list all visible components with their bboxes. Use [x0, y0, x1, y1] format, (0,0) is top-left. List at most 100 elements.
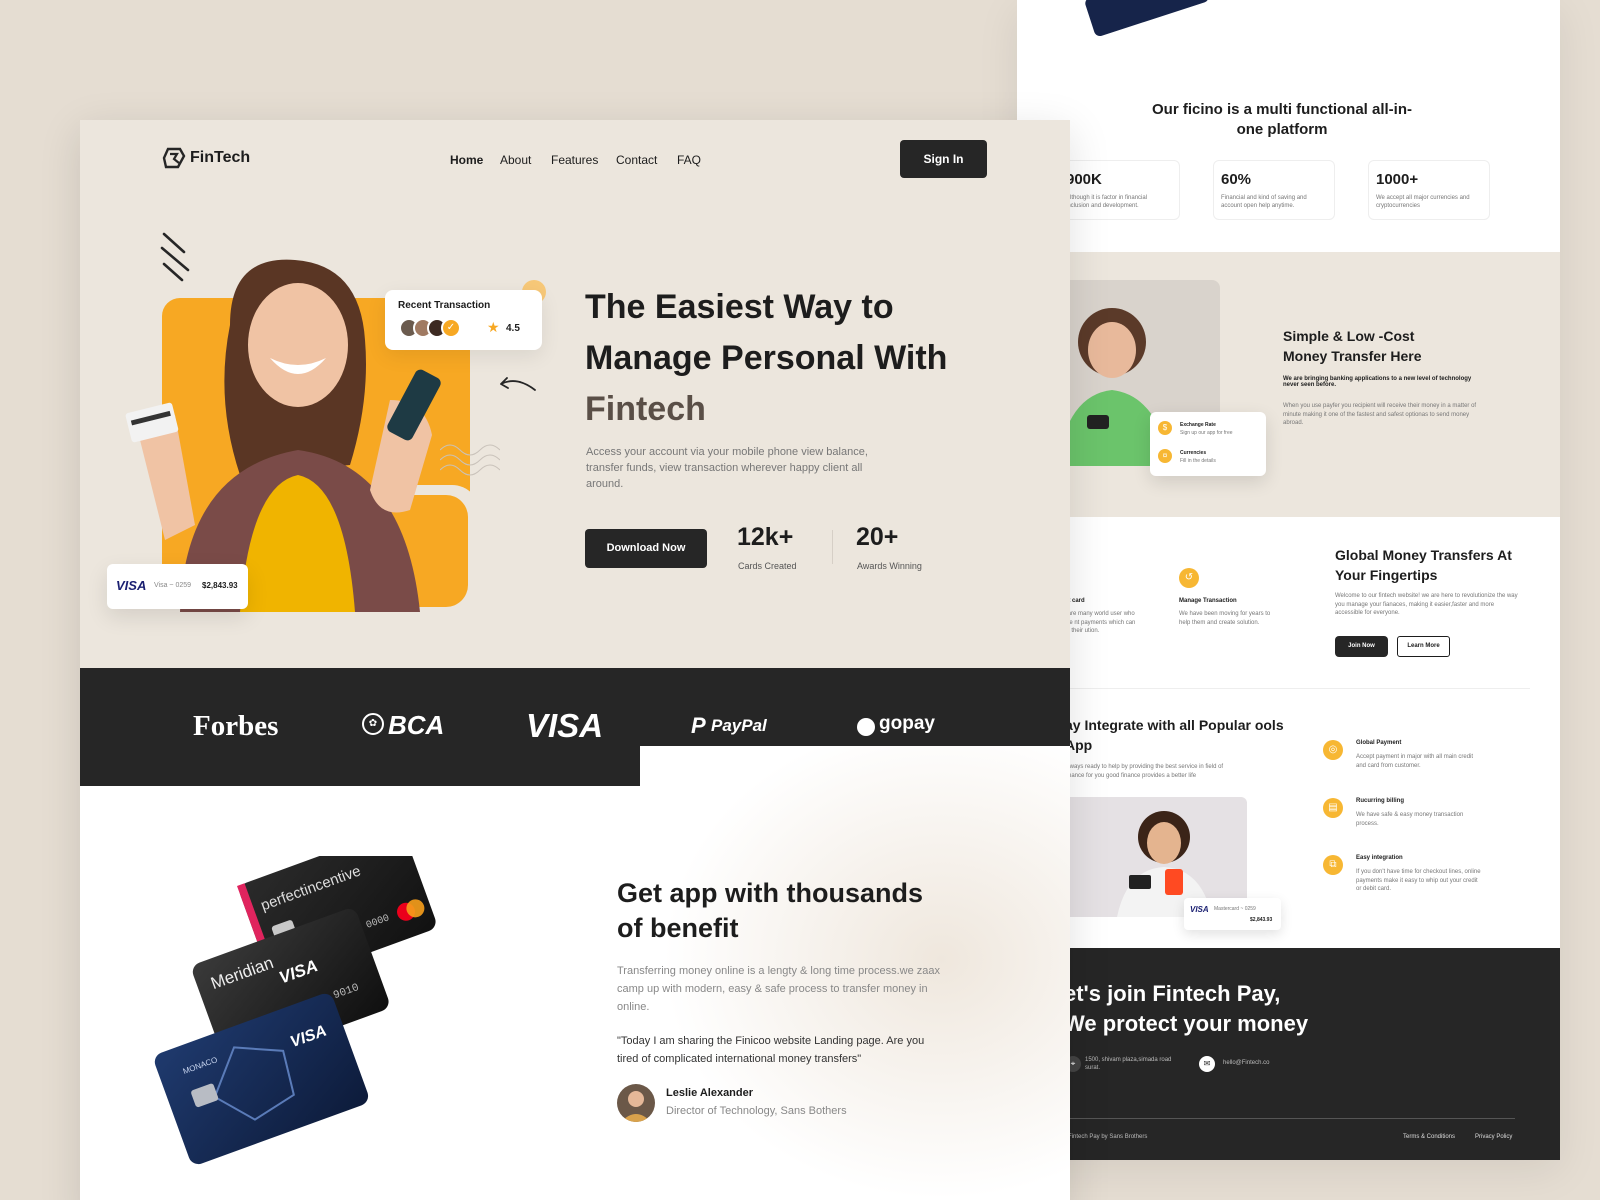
global-body: Welcome to our fintech website! we are h…	[1335, 593, 1518, 617]
main-page: FinTech Home About Features Contact FAQ …	[80, 120, 1070, 1200]
author-avatar	[617, 1084, 655, 1122]
stat-card: 900K Although it is factor in financial …	[1058, 160, 1180, 220]
footer-copyright: Fintech Pay by Sans Brothers	[1068, 1134, 1148, 1140]
recent-transaction-card: Recent Transaction ✓ ★ 4.5	[385, 290, 542, 350]
divider	[1047, 688, 1530, 689]
rating-value: 4.5	[506, 323, 520, 334]
stat-awards-value: 20+	[856, 523, 899, 551]
visa-balance-card: VISA Visa ~ 0259 $2,843.93	[107, 564, 248, 609]
bca-emblem-icon: ✿	[362, 713, 384, 735]
integrate-body: always ready to help by providing the be…	[1065, 764, 1224, 779]
integrate-item-desc: We have safe & easy money transaction pr…	[1356, 812, 1464, 827]
credit-cards-stack: perfectincentive 5145 2301 0000 0000 Mer…	[154, 856, 436, 1165]
gopay-dot-icon	[857, 718, 875, 736]
paypal-p-icon: P	[691, 713, 706, 738]
visa-mini-card: VISA Mastercard ~ 0259 $2,843.93	[1184, 898, 1281, 930]
footer-title: et's join Fintech Pay, We protect your m…	[1064, 979, 1308, 1038]
transfer-bold: We are bringing banking applications to …	[1283, 376, 1472, 388]
hero-title-line2: Manage Personal With	[585, 339, 948, 377]
paypal-logo: PayPal	[711, 716, 767, 735]
popup-desc: Sign up our app for free	[1180, 430, 1233, 436]
integration-icon: ⧉	[1323, 855, 1343, 875]
stat-card: 1000+ We accept all major currencies and…	[1368, 160, 1490, 220]
transfer-title: Simple & Low -Cost Money Transfer Here	[1283, 328, 1422, 364]
benefit-title-line2: of benefit	[617, 913, 739, 943]
fintech-logo-icon	[162, 147, 186, 169]
feature-desc: y are many world user who use nt payment…	[1063, 611, 1136, 635]
author-name: Leslie Alexander	[666, 1087, 754, 1099]
author-avatar-image	[621, 1091, 651, 1122]
visa-logo: VISA	[116, 578, 147, 593]
bca-logo: BCA	[388, 710, 445, 740]
stat-cards-value: 12k+	[737, 523, 794, 551]
recent-transaction-label: Recent Transaction	[398, 300, 491, 311]
benefit-description: Transferring money online is a lengty & …	[617, 965, 941, 1013]
billing-icon: ▤	[1323, 798, 1343, 818]
stat-desc: We accept all major currencies and crypt…	[1376, 195, 1470, 210]
footer-title-line1: et's join Fintech Pay,	[1064, 981, 1281, 1006]
logo-text: FinTech	[190, 149, 251, 166]
privacy-link[interactable]: Privacy Policy	[1475, 1134, 1512, 1140]
integrate-item-title: Easy integration	[1356, 855, 1403, 861]
stat-desc: Although it is factor in financial inclu…	[1066, 195, 1148, 210]
card-label: Visa ~ 0259	[154, 582, 192, 589]
stat-value: 1000+	[1376, 171, 1419, 188]
gopay-logo: gopay	[879, 713, 935, 734]
stat-awards-label: Awards Winning	[857, 561, 922, 571]
hero-title-line1: The Easiest Way to	[585, 288, 894, 326]
platform-title: Our ficino is a multi functional all-in-…	[1151, 101, 1412, 139]
stat-card: 60% Financial and kind of saving and acc…	[1213, 160, 1335, 220]
learn-more-button[interactable]: Learn More	[1397, 636, 1450, 657]
visa-logo: VISA	[1190, 905, 1209, 914]
curved-arrow-icon	[500, 377, 536, 391]
nav-faq[interactable]: FAQ	[677, 153, 701, 167]
benefit-title: Get app with thousands of benefit	[617, 876, 997, 946]
global-title: Global Money Transfers At Your Fingertip…	[1335, 547, 1512, 583]
join-now-button[interactable]: Join Now	[1335, 636, 1388, 657]
exchange-popup: $ Exchange Rate Sign up our app for free…	[1150, 412, 1266, 476]
feature-desc: We have been moving for years to help th…	[1179, 611, 1271, 626]
benefit-section: perfectincentive 5145 2301 0000 0000 Mer…	[80, 746, 1070, 1200]
nav-about[interactable]: About	[500, 153, 531, 167]
global-payment-icon: ◎	[1323, 740, 1343, 760]
card-label: Mastercard ~ 0259	[1214, 906, 1256, 912]
stat-desc: Financial and kind of saving and account…	[1221, 195, 1307, 210]
benefit-title-line1: Get app with thousands	[617, 878, 924, 908]
download-now-button[interactable]: Download Now	[585, 529, 707, 568]
nav-features[interactable]: Features	[551, 153, 598, 167]
visa-logo: VISA	[526, 707, 604, 744]
footer-title-line2: We protect your money	[1064, 1010, 1309, 1036]
join-footer: et's join Fintech Pay, We protect your m…	[1017, 948, 1560, 1160]
feature-title: Manage Transaction	[1179, 598, 1237, 604]
transfer-section: $ Exchange Rate Sign up our app for free…	[1017, 252, 1560, 517]
author-role: Director of Technology, Sans Bothers	[666, 1105, 847, 1117]
card-image-top	[1083, 0, 1211, 38]
nav-home[interactable]: Home	[450, 153, 483, 167]
currency-icon: ¤	[1158, 449, 1172, 463]
card-amount: $2,843.93	[1250, 917, 1273, 923]
stat-divider	[832, 530, 833, 564]
integrate-item-title: Global Payment	[1356, 740, 1402, 746]
testimonial-quote: "Today I am sharing the Finicoo website …	[617, 1035, 925, 1065]
hero-title-line3: Fintech	[585, 390, 706, 428]
wave-lines-decor	[440, 444, 500, 476]
integrate-item-desc: Accept payment in major with all main cr…	[1356, 754, 1474, 769]
stat-cards-label: Cards Created	[738, 561, 797, 571]
stat-value: 60%	[1221, 171, 1252, 188]
integrate-item-title: Rucurring billing	[1356, 798, 1404, 804]
popup-title: Exchange Rate	[1180, 422, 1216, 428]
forbes-logo: Forbes	[193, 710, 279, 742]
secondary-page: Our ficino is a multi functional all-in-…	[1017, 0, 1560, 1160]
terms-link[interactable]: Terms & Conditions	[1403, 1134, 1455, 1140]
footer-address: 1500, shivam plaza,simada road surat.	[1085, 1057, 1172, 1072]
mail-icon: ✉	[1199, 1056, 1215, 1072]
card-amount: $2,843.93	[202, 581, 238, 590]
hero-description: Access your account via your mobile phon…	[586, 446, 868, 490]
popup-title: Currencies	[1180, 450, 1207, 456]
nav-contact[interactable]: Contact	[616, 153, 657, 167]
footer-divider	[1065, 1118, 1515, 1119]
footer-email[interactable]: hello@Fintech.co	[1223, 1060, 1269, 1066]
sign-in-button[interactable]: Sign In	[900, 140, 987, 178]
check-icon: ✓	[441, 318, 461, 338]
star-icon: ★	[487, 319, 500, 335]
